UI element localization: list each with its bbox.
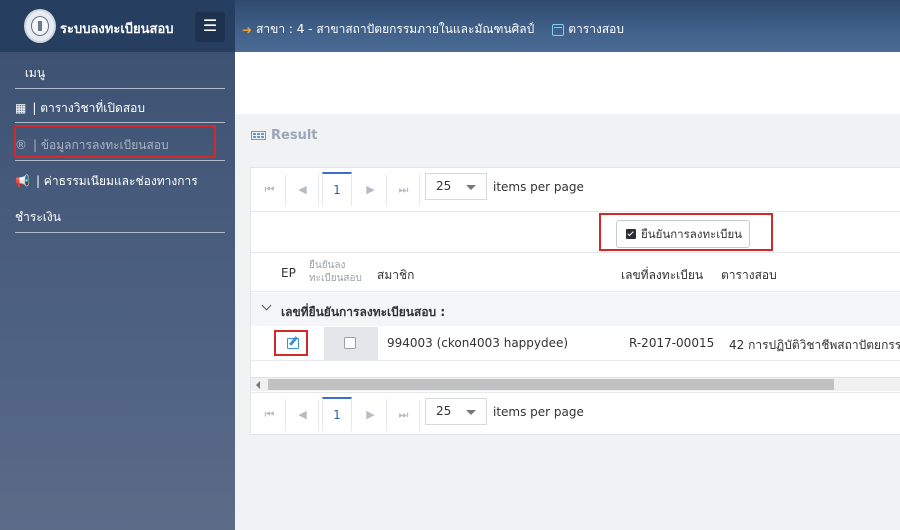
- logo-icon: [24, 9, 56, 43]
- prev-page-button[interactable]: ◀: [287, 174, 319, 206]
- horizontal-scrollbar[interactable]: [251, 377, 900, 391]
- result-panel: ⏮ ◀ 1 ▶ ⏭ 25 items per page ยืนยันการลงท…: [250, 167, 900, 435]
- chevron-down-icon[interactable]: [261, 300, 272, 311]
- table-header: EP ยืนยันลง ทะเบียนสอบ สมาชิก เลขที่ลงทะ…: [251, 252, 900, 292]
- highlight-box-edit: [274, 330, 308, 356]
- sidebar-item-exam-schedule[interactable]: ▦ | ตารางวิชาที่เปิดสอบ: [15, 99, 225, 118]
- caret-down-icon: [466, 185, 476, 190]
- pager-top: ⏮ ◀ 1 ▶ ⏭ 25 items per page: [251, 168, 900, 208]
- main-top-strip: [235, 52, 900, 64]
- group-row[interactable]: เลขที่ยืนยันการลงทะเบียนสอบ :: [251, 293, 900, 326]
- main-blank-area: [235, 64, 900, 114]
- sidebar-menu-header: เมนู: [15, 64, 225, 83]
- sidebar-item-label: | ตารางวิชาที่เปิดสอบ: [32, 101, 145, 115]
- col-ep[interactable]: EP: [281, 266, 296, 280]
- brand-area: ระบบลงทะเบียนสอบ ☰: [0, 0, 235, 52]
- table-row: 994003 (ckon4003 happydee) R-2017-00015 …: [251, 327, 900, 361]
- per-page-value: 25: [436, 179, 452, 193]
- calendar-icon: ▦: [15, 101, 27, 115]
- sidebar-divider: [15, 160, 225, 161]
- sidebar: เมนู ▦ | ตารางวิชาที่เปิดสอบ ® | ข้อมูลการ…: [0, 52, 235, 530]
- table-icon: [251, 131, 266, 140]
- col-member[interactable]: สมาชิก: [377, 266, 414, 285]
- current-page-button[interactable]: 1: [322, 397, 352, 431]
- sidebar-item-label: | ค่าธรรมเนียมและช่องทางการ: [35, 174, 198, 188]
- sidebar-item-fees-payment[interactable]: 📢 | ค่าธรรมเนียมและช่องทางการ: [15, 172, 225, 191]
- sidebar-divider: [15, 88, 225, 89]
- top-header: ระบบลงทะเบียนสอบ ☰ ➜ สาขา : 4 - สาขาสถาป…: [0, 0, 900, 52]
- pager-bottom: ⏮ ◀ 1 ▶ ⏭ 25 items per page: [251, 392, 900, 432]
- confirm-checkbox[interactable]: [344, 337, 356, 349]
- col-confirm-line1: ยืนยันลง: [309, 260, 346, 271]
- sidebar-menu-label: เมนู: [24, 66, 46, 80]
- brand-title: ระบบลงทะเบียนสอบ: [60, 22, 174, 37]
- sidebar-divider: [15, 232, 225, 233]
- per-page-label: items per page: [493, 180, 584, 194]
- megaphone-icon: 📢: [15, 174, 30, 188]
- col-confirm[interactable]: ยืนยันลง ทะเบียนสอบ: [309, 259, 362, 285]
- first-page-button[interactable]: ⏮: [254, 174, 286, 206]
- result-title: Result: [251, 128, 318, 143]
- highlight-box-sidebar: [14, 125, 216, 158]
- toolbar-row: ยืนยันการลงทะเบียน: [251, 211, 900, 251]
- sidebar-divider: [15, 122, 225, 123]
- sidebar-item-fees-payment-cont[interactable]: ชำระเงิน: [15, 208, 225, 227]
- cell-member: 994003 (ckon4003 happydee): [387, 336, 569, 350]
- col-schedule[interactable]: ตารางสอบ: [721, 266, 777, 285]
- highlight-box-confirm: [599, 213, 773, 251]
- col-reg-no[interactable]: เลขที่ลงทะเบียน: [621, 266, 703, 285]
- breadcrumb: ➜ สาขา : 4 - สาขาสถาปัตยกรรมภายในและมัณฑ…: [242, 20, 624, 39]
- arrow-right-icon: ➜: [242, 22, 253, 37]
- calendar-check-icon: [552, 23, 565, 36]
- breadcrumb-branch[interactable]: สาขา : 4 - สาขาสถาปัตยกรรมภายในและมัณฑนศ…: [256, 20, 534, 39]
- breadcrumb-schedule[interactable]: ตารางสอบ: [568, 20, 624, 39]
- per-page-select[interactable]: 25: [425, 398, 487, 425]
- result-title-text: Result: [271, 128, 318, 143]
- last-page-button[interactable]: ⏭: [388, 399, 420, 431]
- cell-reg-no: R-2017-00015: [629, 336, 715, 350]
- scroll-left-icon[interactable]: [256, 381, 260, 389]
- sidebar-item-label: ชำระเงิน: [15, 210, 61, 224]
- main-content: Result ⏮ ◀ 1 ▶ ⏭ 25 items per page ยืนยั…: [235, 52, 900, 530]
- confirm-checkbox-cell: [324, 327, 378, 360]
- per-page-value: 25: [436, 404, 452, 418]
- hamburger-menu-button[interactable]: ☰: [195, 12, 225, 42]
- cell-schedule: 42 การปฏิบัติวิชาชีพสถาปัตยกรรม: [729, 338, 900, 352]
- group-label: เลขที่ยืนยันการลงทะเบียนสอบ :: [281, 305, 446, 319]
- prev-page-button[interactable]: ◀: [287, 399, 319, 431]
- next-page-button[interactable]: ▶: [355, 174, 387, 206]
- caret-down-icon: [466, 410, 476, 415]
- per-page-label: items per page: [493, 405, 584, 419]
- per-page-select[interactable]: 25: [425, 173, 487, 200]
- current-page-button[interactable]: 1: [322, 172, 352, 206]
- first-page-button[interactable]: ⏮: [254, 399, 286, 431]
- scrollbar-thumb[interactable]: [268, 379, 834, 390]
- next-page-button[interactable]: ▶: [355, 399, 387, 431]
- last-page-button[interactable]: ⏭: [388, 174, 420, 206]
- col-confirm-line2: ทะเบียนสอบ: [309, 273, 362, 284]
